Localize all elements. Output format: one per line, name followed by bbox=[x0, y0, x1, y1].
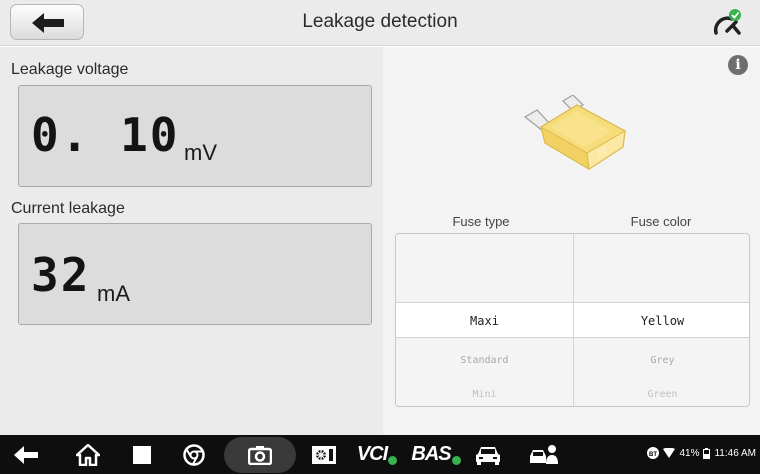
voltage-readout: 0. 10 mV bbox=[18, 85, 372, 187]
bas-status-badge bbox=[451, 456, 461, 465]
camera-icon[interactable] bbox=[242, 435, 278, 474]
bas-label: BAS bbox=[411, 443, 451, 465]
status-tray: BT 41% 11:46 AM bbox=[647, 447, 756, 459]
current-unit: mA bbox=[97, 281, 130, 306]
bas-button[interactable]: BAS bbox=[408, 435, 464, 474]
battery-icon bbox=[703, 447, 711, 459]
wifi-icon bbox=[663, 448, 676, 458]
fuse-color-header: Fuse color bbox=[630, 214, 692, 229]
readings-panel: Leakage voltage 0. 10 mV Current leakage… bbox=[0, 47, 383, 435]
back-icon[interactable] bbox=[8, 435, 44, 474]
title-bar: Leakage detection bbox=[0, 0, 760, 46]
fuse-icon: 20 bbox=[523, 95, 626, 170]
car-user-icon[interactable] bbox=[524, 435, 564, 474]
fuse-type-header: Fuse type bbox=[452, 214, 510, 229]
fuse-panel: i 20 Fuse type Fuse color Maxi Yellow St… bbox=[383, 47, 760, 435]
bt-icon: BT bbox=[647, 447, 660, 459]
voltage-value: 0. 10 bbox=[31, 108, 180, 162]
vci-label: VCI bbox=[356, 443, 388, 465]
bt-label: BT bbox=[649, 452, 657, 458]
vci-status-badge bbox=[388, 456, 398, 465]
fuse-color-option[interactable]: Yellow bbox=[574, 314, 749, 328]
voltage-unit: mV bbox=[184, 140, 217, 165]
battery-percent: 41% bbox=[679, 447, 700, 459]
fuse-color-option[interactable]: Grey bbox=[574, 355, 749, 366]
info-icon[interactable]: i bbox=[728, 55, 748, 75]
current-readout: 32 mA bbox=[18, 223, 372, 325]
fuse-color-option[interactable]: Green bbox=[574, 389, 749, 400]
recents-icon[interactable] bbox=[124, 435, 160, 474]
chrome-icon[interactable] bbox=[176, 435, 212, 474]
fuse-type-option[interactable]: Maxi bbox=[396, 314, 573, 328]
page-title: Leakage detection bbox=[302, 11, 458, 32]
home-icon[interactable] bbox=[70, 435, 106, 474]
gauge-check-icon[interactable] bbox=[712, 8, 742, 38]
fuse-picker[interactable]: Maxi Yellow Standard Grey Mini Green bbox=[395, 233, 750, 407]
fuse-type-option[interactable]: Mini bbox=[396, 389, 573, 400]
vci-button[interactable]: VCI bbox=[352, 435, 402, 474]
fuse-type-option[interactable]: Standard bbox=[396, 355, 573, 366]
current-value: 32 bbox=[31, 248, 91, 302]
car-icon[interactable] bbox=[470, 435, 506, 474]
screen-capture-icon[interactable] bbox=[306, 435, 342, 474]
voltage-label: Leakage voltage bbox=[11, 61, 129, 78]
current-label: Current leakage bbox=[11, 200, 125, 217]
clock: 11:46 AM bbox=[714, 447, 756, 459]
system-navbar: VCI BAS BT 41% 11:46 AM bbox=[0, 435, 760, 474]
